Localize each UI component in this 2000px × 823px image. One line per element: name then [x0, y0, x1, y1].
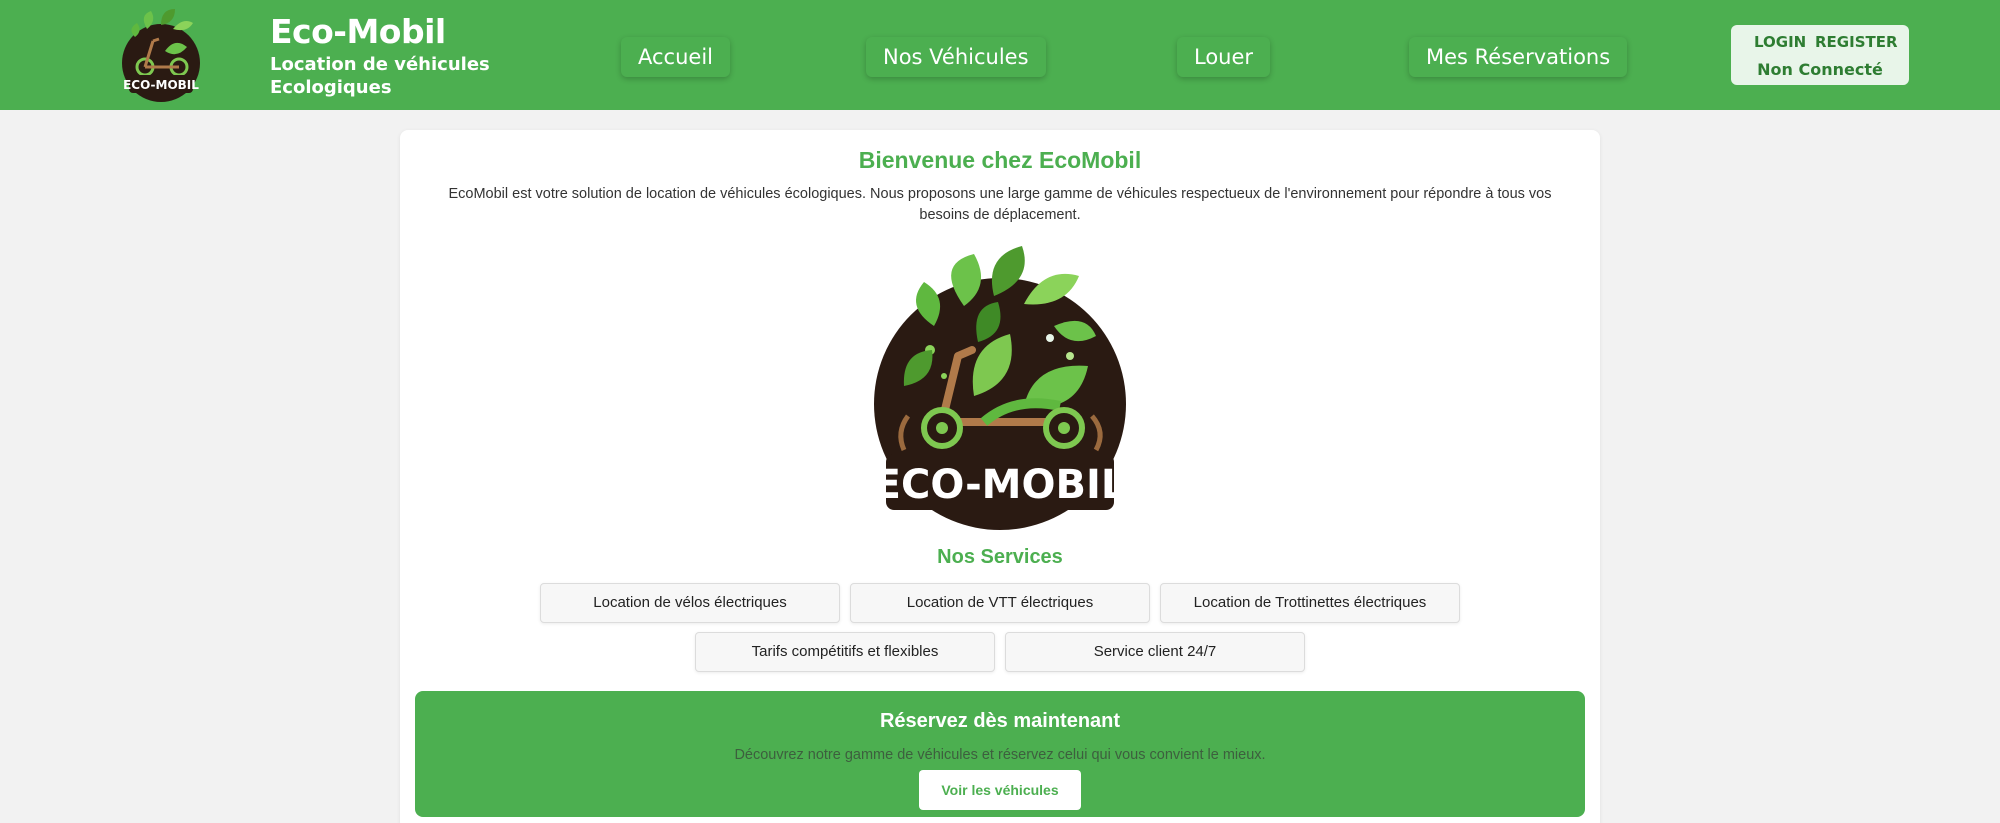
nav-mes-reservations[interactable]: Mes Réservations [1409, 37, 1628, 77]
nav-accueil[interactable]: Accueil [621, 37, 730, 77]
brand-title: Eco-Mobil [270, 12, 446, 51]
welcome-text: EcoMobil est votre solution de location … [448, 186, 1552, 223]
brand-logo-text: ECO-MOBIL [123, 78, 199, 92]
cta-title: Réservez dès maintenant [879, 710, 1121, 732]
connection-status: Non Connecté [1757, 60, 1883, 79]
register-link[interactable]: REGISTER [1815, 33, 1898, 51]
site-header: ECO-MOBIL Eco-Mobil Location de véhicule… [0, 0, 2000, 110]
nav-nos-vehicules[interactable]: Nos Véhicules [866, 37, 1046, 77]
cta-text: Découvrez notre gamme de véhicules et ré… [734, 747, 1266, 763]
cta-banner: Réservez dès maintenant Découvrez notre … [415, 691, 1585, 817]
main-logo-text: ECO-MOBIL [874, 462, 1126, 508]
service-trottinettes-electriques[interactable]: Location de Trottinettes électriques [1160, 583, 1460, 623]
nav-louer[interactable]: Louer [1177, 37, 1271, 77]
services-title: Nos Services [937, 546, 1063, 568]
auth-panel: LOGIN REGISTER Non Connecté [1731, 25, 1909, 85]
service-vtt-electriques[interactable]: Location de VTT électriques [850, 583, 1150, 623]
brand-logo[interactable]: ECO-MOBIL [117, 7, 205, 103]
service-client[interactable]: Service client 24/7 [1005, 632, 1305, 672]
service-velos-electriques[interactable]: Location de vélos électriques [540, 583, 840, 623]
eco-mobil-logo: ECO-MOBIL [874, 246, 1126, 534]
service-tarifs[interactable]: Tarifs compétitifs et flexibles [695, 632, 995, 672]
brand-subtitle: Location de véhicules Ecologiques [270, 54, 490, 98]
welcome-title: Bienvenue chez EcoMobil [858, 147, 1142, 173]
view-vehicles-button[interactable]: Voir les véhicules [919, 770, 1081, 810]
login-link[interactable]: LOGIN [1754, 33, 1806, 51]
welcome-card: Bienvenue chez EcoMobil EcoMobil est vot… [400, 130, 1600, 823]
